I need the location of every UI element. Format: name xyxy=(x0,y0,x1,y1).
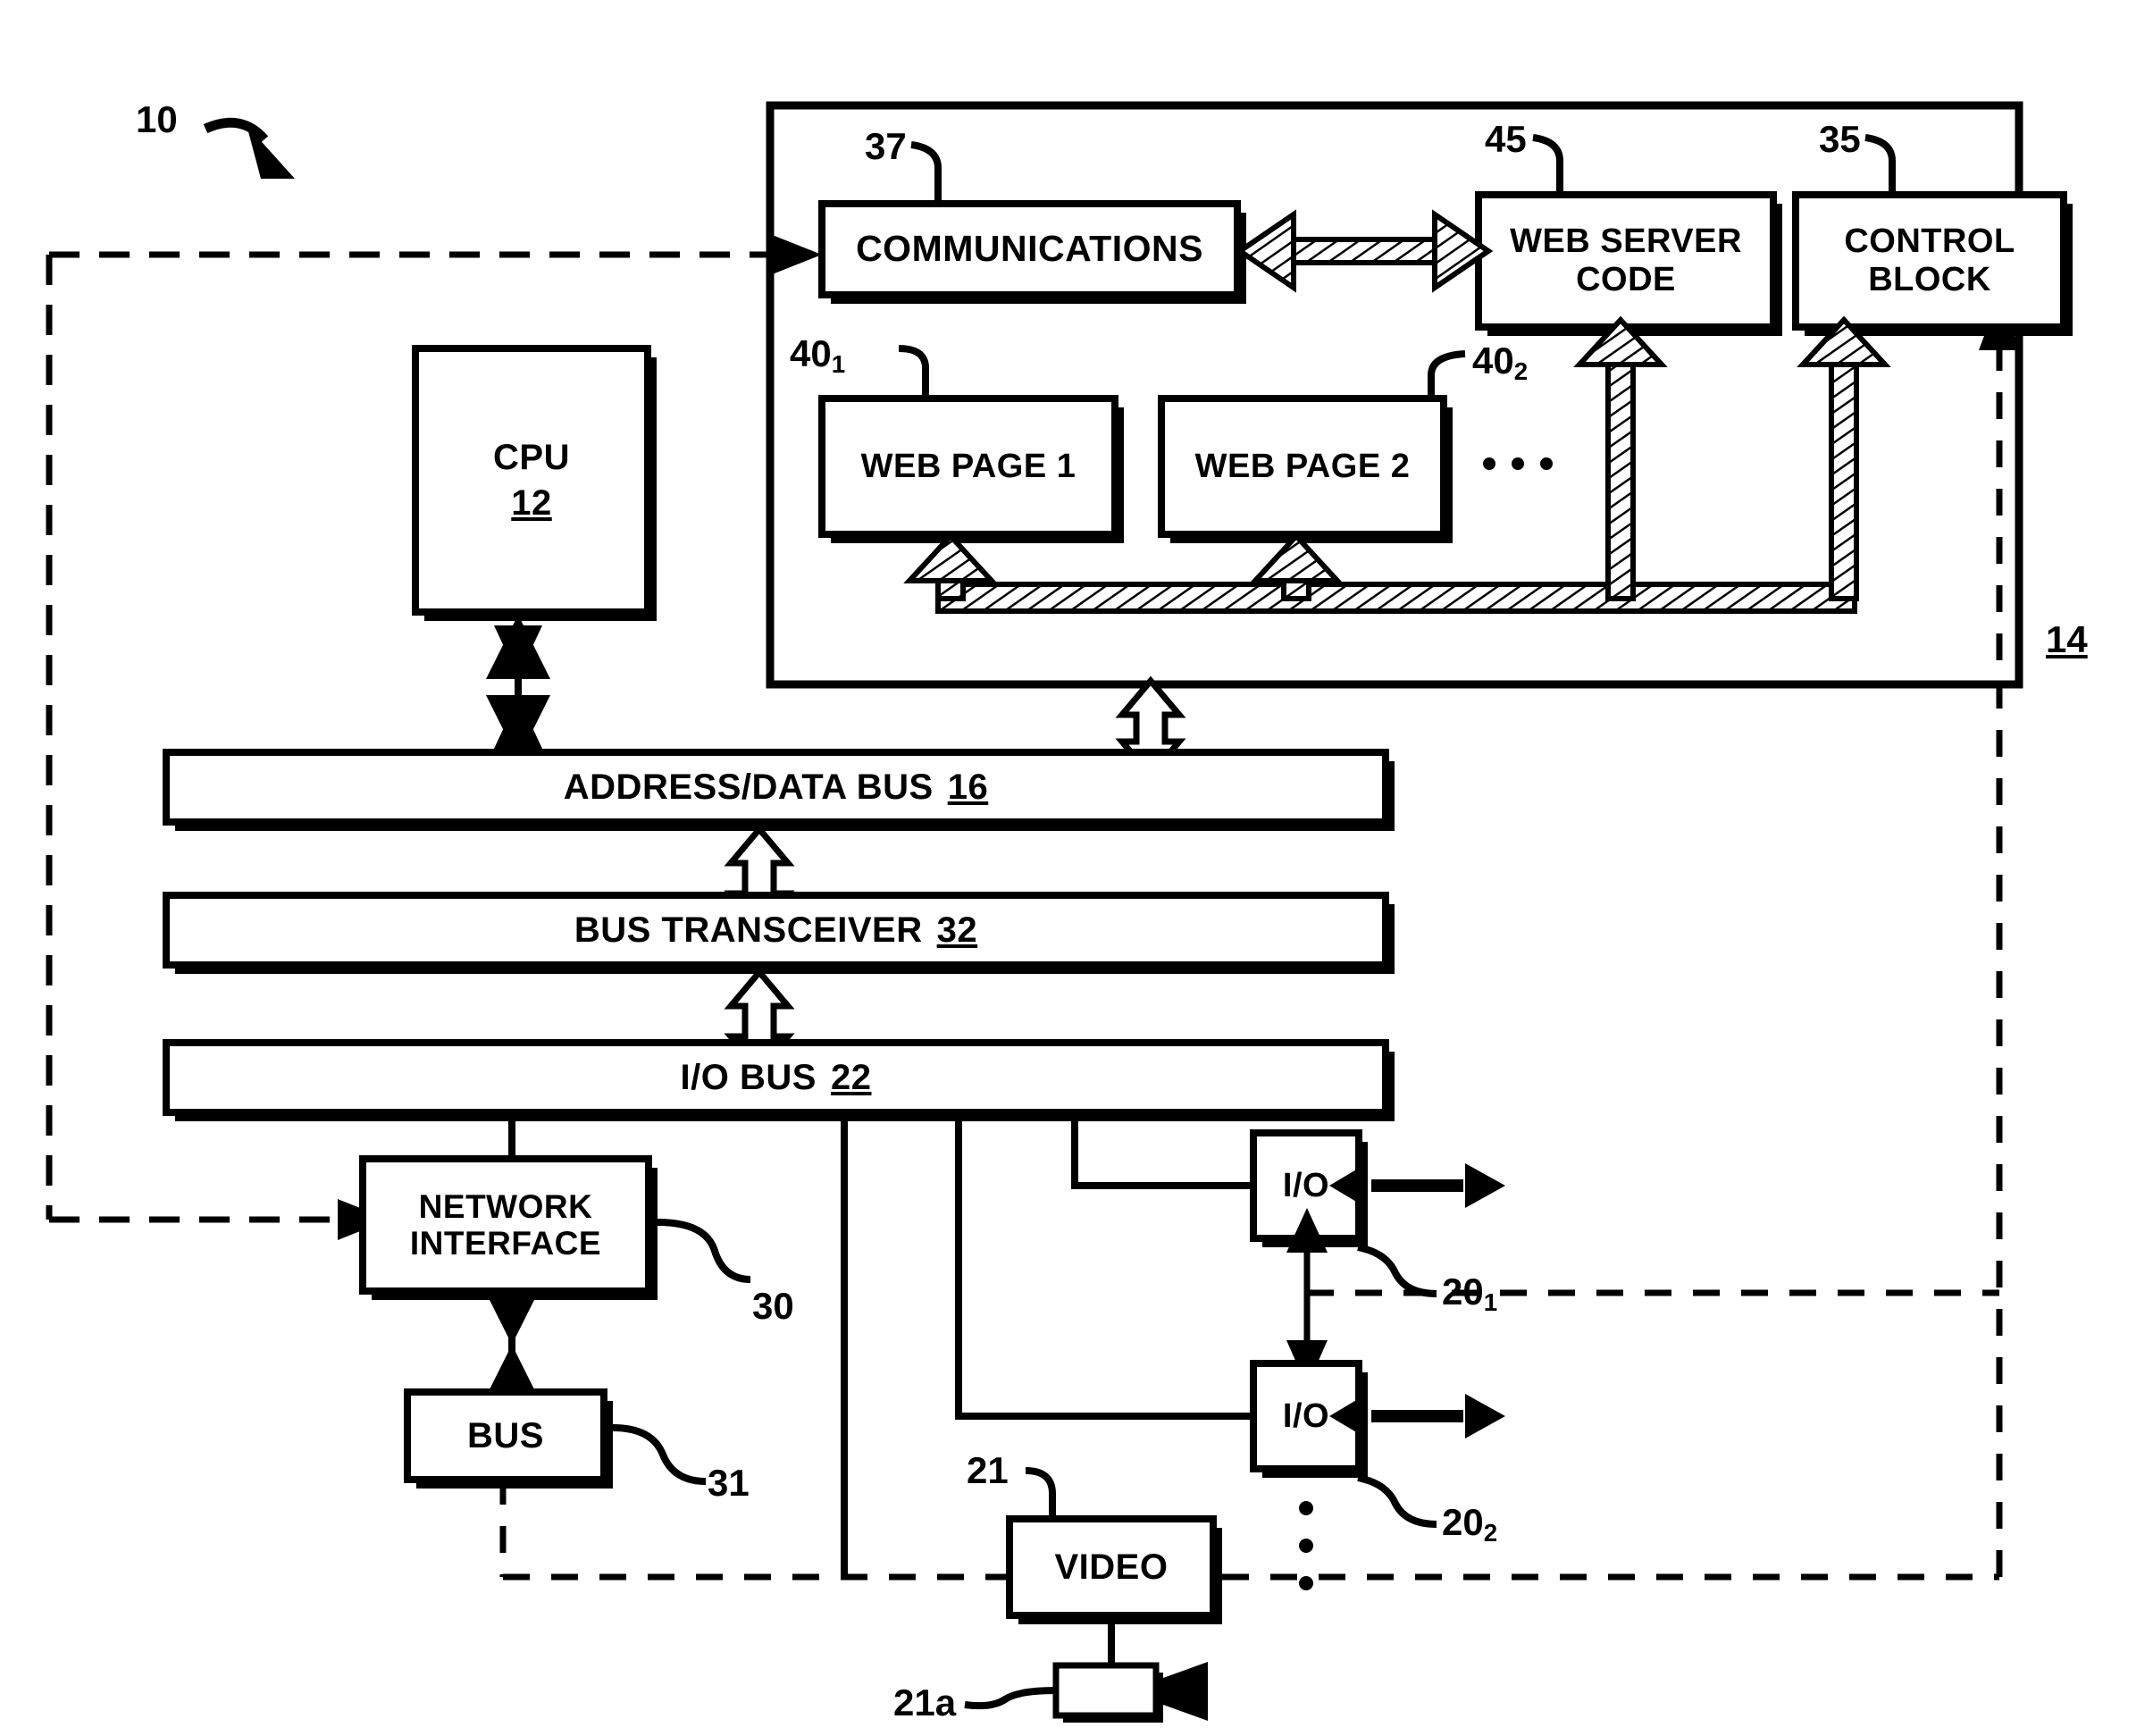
camera-icon xyxy=(964,1662,1208,1723)
cpu-box xyxy=(412,345,657,759)
figure-canvas: 10 37 45 35 401 402 14 30 31 201 202 21 … xyxy=(0,0,2153,1736)
io-1-box xyxy=(1250,1129,1505,1297)
web-pages-ellipsis xyxy=(1483,457,1553,470)
control-block-box xyxy=(1792,191,2073,336)
web-page-2-box xyxy=(1158,395,1453,543)
io-2-box xyxy=(1250,1360,1505,1528)
bus-transceiver-bar xyxy=(163,892,1395,974)
io-bus-bar xyxy=(163,1039,1395,1121)
diagram-svg xyxy=(46,101,2073,1723)
comm-webserver-hatched-arrow xyxy=(1235,209,1494,293)
communications-box xyxy=(818,200,1246,304)
network-interface-box xyxy=(359,1155,751,1300)
io-ellipsis xyxy=(1299,1501,1313,1590)
web-page-1-box xyxy=(818,395,1124,543)
video-box xyxy=(1006,1467,1222,1664)
web-server-code-box xyxy=(1475,191,1782,336)
address-data-bus-bar xyxy=(163,749,1395,831)
bus-box xyxy=(404,1388,707,1489)
netif-bus-arrow xyxy=(490,1300,534,1389)
